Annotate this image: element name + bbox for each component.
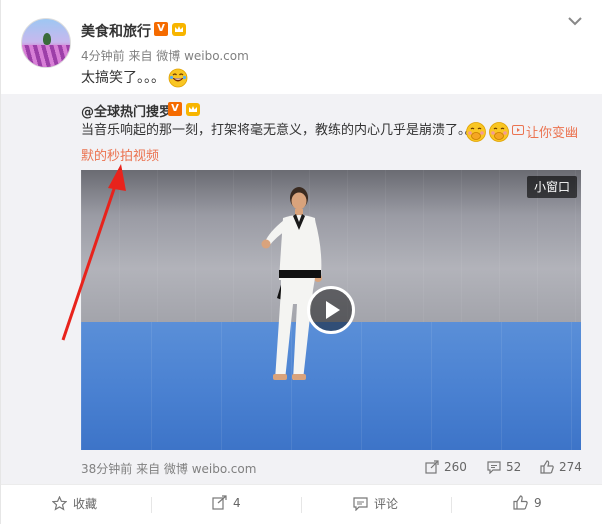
like-count-button[interactable]: 274 (540, 460, 582, 474)
divider (151, 497, 152, 513)
post-time-source[interactable]: 4分钟前 来自 微博 weibo.com (81, 47, 249, 64)
action-bar: 收藏 4 评论 9 (1, 484, 602, 524)
repost-count: 260 (444, 460, 467, 474)
thumbs-up-icon (513, 495, 528, 510)
favorite-button[interactable]: 收藏 (52, 495, 97, 512)
like-button[interactable]: 9 (513, 495, 542, 510)
repost-text: 当音乐响起的那一刻，打架将毫无意义，教练的内心几乎是崩溃了。。。 (81, 123, 485, 138)
post-text: 太搞笑了。。。 (81, 68, 188, 88)
repost-time-source[interactable]: 38分钟前 来自 微博 weibo.com (81, 460, 256, 477)
shy-giggle-emoji-icon (489, 122, 509, 142)
video-player[interactable]: 小窗口 (81, 170, 581, 450)
repost-verified-badge-icon[interactable]: V (168, 102, 182, 116)
taekwondo-performer-image (261, 187, 322, 380)
repost-icon (425, 460, 439, 474)
repost-member-crown-icon[interactable] (185, 101, 201, 117)
repost-button-count: 4 (233, 495, 241, 510)
comment-button[interactable]: 评论 (353, 495, 398, 512)
video-link-text[interactable]: 让你变幽 (526, 122, 578, 141)
like-count: 274 (559, 460, 582, 474)
member-crown-icon[interactable] (171, 21, 187, 37)
repost-author-name[interactable]: @全球热门搜罗 (81, 101, 172, 120)
mini-window-button[interactable]: 小窗口 (527, 176, 577, 198)
comment-count-button[interactable]: 52 (487, 460, 521, 474)
play-button[interactable] (307, 286, 355, 334)
divider (301, 497, 302, 513)
author-avatar[interactable] (21, 18, 71, 68)
like-button-count: 9 (534, 495, 542, 510)
star-icon (52, 496, 67, 511)
video-link-icon[interactable] (512, 125, 524, 135)
author-name[interactable]: 美食和旅行 (81, 21, 151, 41)
favorite-label: 收藏 (73, 497, 98, 511)
comment-icon (487, 461, 501, 474)
chevron-down-icon[interactable] (567, 15, 583, 27)
post-text-content: 太搞笑了。。。 (81, 70, 165, 86)
laughing-emoji-icon (168, 68, 188, 88)
repost-icon (212, 495, 227, 510)
verified-badge-icon[interactable]: V (154, 22, 168, 36)
comment-label: 评论 (374, 497, 399, 511)
comment-count: 52 (506, 460, 522, 474)
repost-button[interactable]: 4 (212, 495, 241, 510)
repost-count-button[interactable]: 260 (425, 460, 467, 474)
weibo-post-card: 美食和旅行 V 4分钟前 来自 微博 weibo.com 太搞笑了。。。 @全球… (0, 0, 602, 524)
shy-giggle-emoji-icon (466, 122, 486, 142)
divider (451, 497, 452, 513)
play-icon (326, 301, 340, 319)
thumbs-up-icon (540, 460, 554, 474)
comment-icon (353, 497, 368, 511)
video-link-text-continued[interactable]: 默的秒拍视频 (81, 145, 159, 164)
